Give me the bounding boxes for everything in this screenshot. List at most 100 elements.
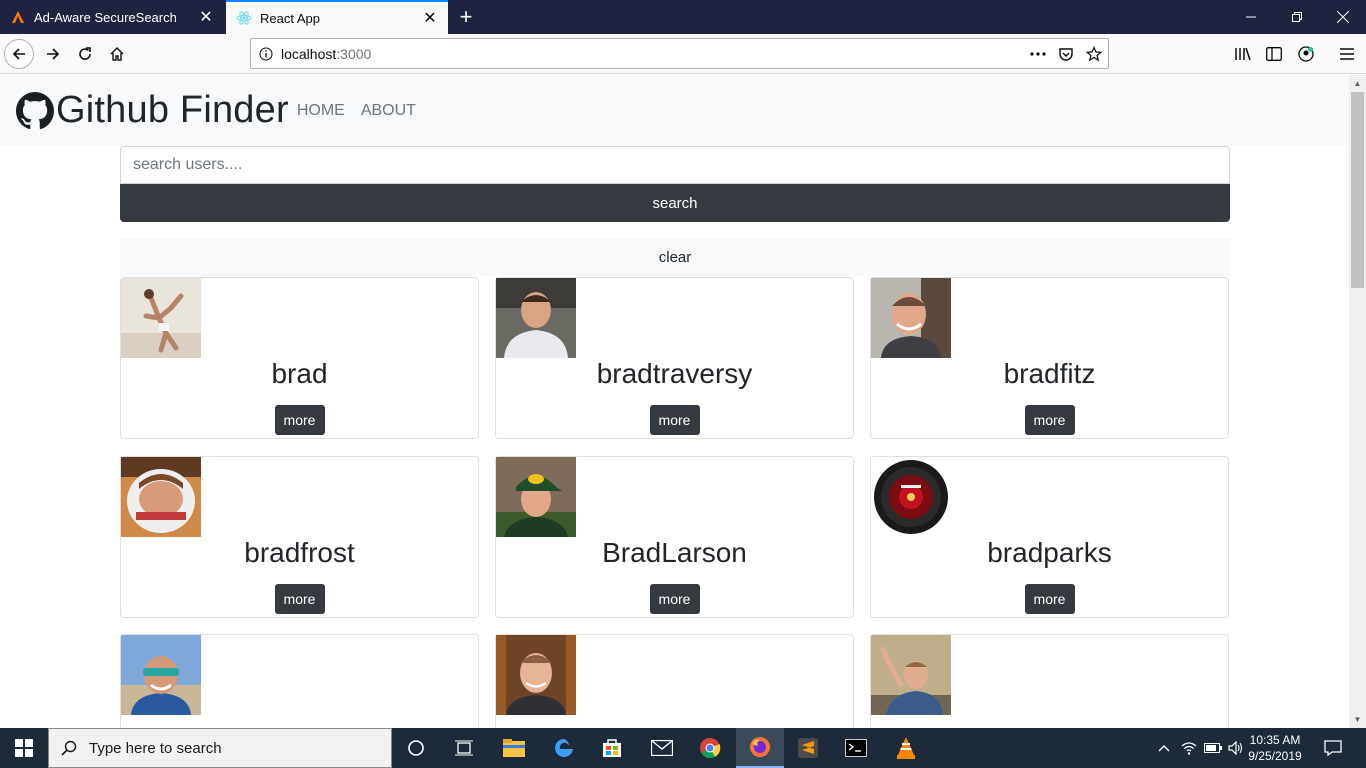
info-icon[interactable]: [251, 47, 281, 61]
pocket-icon[interactable]: [1052, 40, 1080, 68]
scrollbar-thumb[interactable]: [1351, 92, 1364, 288]
page-actions-icon[interactable]: [1024, 40, 1052, 68]
browser-tab-strip: Ad-Aware SecureSearch ✕ React App ✕ +: [0, 0, 1366, 34]
scroll-up-icon[interactable]: ▲: [1349, 75, 1366, 92]
bookmark-star-icon[interactable]: [1080, 40, 1108, 68]
github-icon: [16, 91, 54, 129]
restore-window-button[interactable]: [1274, 0, 1320, 34]
user-card: BradLarson more: [495, 456, 854, 618]
user-avatar: [871, 635, 951, 715]
user-avatar: [871, 278, 951, 358]
tab-title: Ad-Aware SecureSearch: [34, 9, 177, 25]
tab-title: React App: [260, 10, 320, 26]
url-bar[interactable]: localhost:3000: [250, 38, 1109, 69]
taskbar-search-placeholder: Type here to search: [89, 739, 222, 757]
user-card: [870, 634, 1229, 728]
search-button[interactable]: search: [120, 184, 1230, 222]
more-button[interactable]: more: [274, 405, 325, 435]
minimize-window-button[interactable]: [1228, 0, 1274, 34]
mail-icon[interactable]: [638, 728, 686, 768]
user-card: [495, 634, 854, 728]
library-button[interactable]: [1228, 39, 1258, 69]
nav-links: HOME ABOUT: [297, 102, 432, 120]
react-icon: [236, 10, 252, 26]
close-tab-icon[interactable]: ✕: [194, 5, 218, 29]
menu-button[interactable]: [1332, 39, 1362, 69]
user-avatar: [496, 635, 576, 715]
sidebar-button[interactable]: [1259, 39, 1289, 69]
scroll-down-icon[interactable]: ▼: [1349, 711, 1366, 728]
more-button[interactable]: more: [649, 405, 700, 435]
nav-link-about[interactable]: ABOUT: [361, 102, 416, 120]
user-login: BradLarson: [602, 537, 747, 568]
close-tab-icon[interactable]: ✕: [418, 6, 442, 30]
url-port: :3000: [336, 45, 372, 62]
user-avatar: [121, 635, 201, 715]
firefox-icon[interactable]: [736, 728, 784, 768]
user-card: [120, 634, 479, 728]
chrome-icon[interactable]: [686, 728, 734, 768]
reload-button[interactable]: [70, 39, 100, 69]
clock-time: 10:35 AM: [1249, 733, 1301, 747]
reload-icon: [79, 47, 91, 60]
clear-button[interactable]: clear: [120, 238, 1230, 276]
home-icon: [110, 47, 124, 61]
sublime-text-icon[interactable]: [784, 728, 832, 768]
close-window-button[interactable]: [1320, 0, 1366, 34]
forward-button[interactable]: [38, 39, 68, 69]
user-card: bradfitz more: [870, 277, 1229, 439]
tab-react-app[interactable]: React App ✕: [226, 0, 448, 34]
sidebar-icon: [1266, 47, 1282, 61]
brand-title: Github Finder: [56, 89, 289, 131]
user-avatar: [871, 457, 951, 537]
user-avatar: [496, 278, 576, 358]
user-login: bradfitz: [1003, 358, 1096, 389]
more-button[interactable]: more: [1024, 405, 1075, 435]
more-button[interactable]: more: [649, 584, 700, 614]
clock-date: 9/25/2019: [1248, 749, 1302, 763]
battery-icon[interactable]: [1202, 728, 1224, 768]
user-card: bradfrost more: [120, 456, 479, 618]
arrow-right-icon: [47, 48, 60, 60]
taskbar-search[interactable]: Type here to search: [48, 728, 392, 768]
page-viewport: Github Finder HOME ABOUT search clear br…: [0, 75, 1349, 728]
user-avatar: [121, 278, 201, 358]
show-hidden-icons[interactable]: [1154, 728, 1174, 768]
page-scrollbar[interactable]: ▲ ▼: [1349, 75, 1366, 728]
volume-icon[interactable]: [1226, 728, 1246, 768]
edge-browser-icon[interactable]: [540, 728, 588, 768]
taskbar-clock[interactable]: 10:35 AM 9/25/2019: [1244, 732, 1306, 764]
store-icon[interactable]: [588, 728, 636, 768]
brand[interactable]: Github Finder: [16, 89, 289, 132]
windows-icon: [15, 739, 33, 757]
nav-link-home[interactable]: HOME: [297, 102, 345, 120]
account-button[interactable]: [1291, 39, 1321, 69]
timeline-button[interactable]: [440, 728, 488, 768]
user-card: bradtraversy more: [495, 277, 854, 439]
hamburger-menu-icon: [1340, 48, 1354, 60]
user-card: brad more: [120, 277, 479, 439]
windows-taskbar: Type here to search 10:35 AM 9/25/2019: [0, 728, 1366, 768]
wifi-icon[interactable]: [1178, 728, 1200, 768]
file-explorer-icon[interactable]: [490, 728, 538, 768]
more-button[interactable]: more: [274, 584, 325, 614]
search-input[interactable]: [120, 146, 1230, 184]
more-button[interactable]: more: [1024, 584, 1075, 614]
vlc-icon[interactable]: [882, 728, 930, 768]
task-view-button[interactable]: [392, 728, 440, 768]
start-button[interactable]: [0, 728, 48, 768]
user-avatar: [121, 457, 201, 537]
home-button[interactable]: [102, 39, 132, 69]
account-icon: [1298, 46, 1314, 62]
action-center-icon[interactable]: [1316, 728, 1350, 768]
search-icon: [49, 740, 89, 756]
arrow-left-icon: [12, 48, 25, 60]
user-login: brad: [271, 358, 328, 389]
url-host: localhost: [281, 45, 337, 62]
back-button[interactable]: [4, 39, 34, 69]
url-text[interactable]: localhost:3000: [281, 46, 1024, 62]
new-tab-button[interactable]: +: [452, 4, 480, 30]
terminal-icon[interactable]: [832, 728, 880, 768]
tab-adaware[interactable]: Ad-Aware SecureSearch ✕: [0, 0, 224, 34]
adaware-icon: [10, 9, 26, 25]
